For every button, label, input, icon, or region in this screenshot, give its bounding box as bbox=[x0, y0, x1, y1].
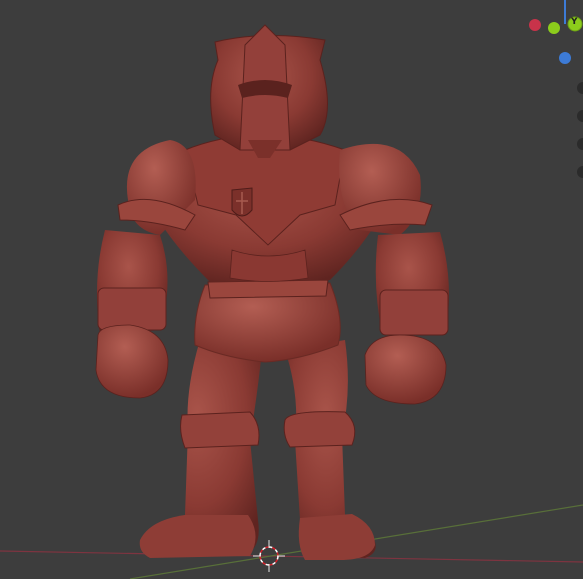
view-tool-button[interactable] bbox=[577, 138, 583, 150]
z-axis-handle-negative[interactable] bbox=[559, 52, 571, 64]
navigation-gizmo[interactable]: Y bbox=[513, 0, 583, 75]
y-axis-label: Y bbox=[571, 17, 578, 27]
viewport-canvas[interactable] bbox=[0, 0, 583, 579]
x-axis-handle[interactable] bbox=[529, 19, 541, 31]
view-tool-button[interactable] bbox=[577, 82, 583, 94]
view-tool-button[interactable] bbox=[577, 166, 583, 178]
character-model[interactable] bbox=[95, 24, 449, 560]
y-axis-handle-negative[interactable] bbox=[548, 22, 560, 34]
view-tool-button[interactable] bbox=[577, 110, 583, 122]
3d-viewport[interactable]: Y bbox=[0, 0, 583, 579]
